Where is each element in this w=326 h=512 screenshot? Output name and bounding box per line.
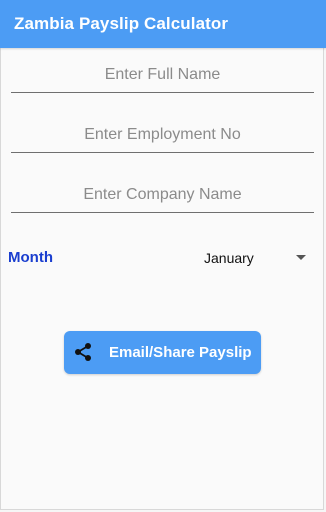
share-button-label: Email/Share Payslip	[109, 344, 252, 361]
month-selected-value: January	[204, 250, 254, 266]
company-name-field[interactable]	[11, 177, 314, 213]
dropdown-arrow-icon	[296, 255, 306, 260]
full-name-field[interactable]	[11, 57, 314, 93]
full-name-input[interactable]	[11, 57, 314, 92]
employment-no-field[interactable]	[11, 117, 314, 153]
share-icon	[73, 342, 93, 362]
month-label: Month	[8, 249, 53, 266]
employment-no-input[interactable]	[11, 117, 314, 152]
company-name-input[interactable]	[11, 177, 314, 212]
app-bar: Zambia Payslip Calculator	[0, 0, 326, 48]
month-dropdown[interactable]: January	[200, 244, 316, 272]
app-title: Zambia Payslip Calculator	[14, 14, 229, 33]
email-share-payslip-button[interactable]: Email/Share Payslip	[64, 331, 261, 374]
